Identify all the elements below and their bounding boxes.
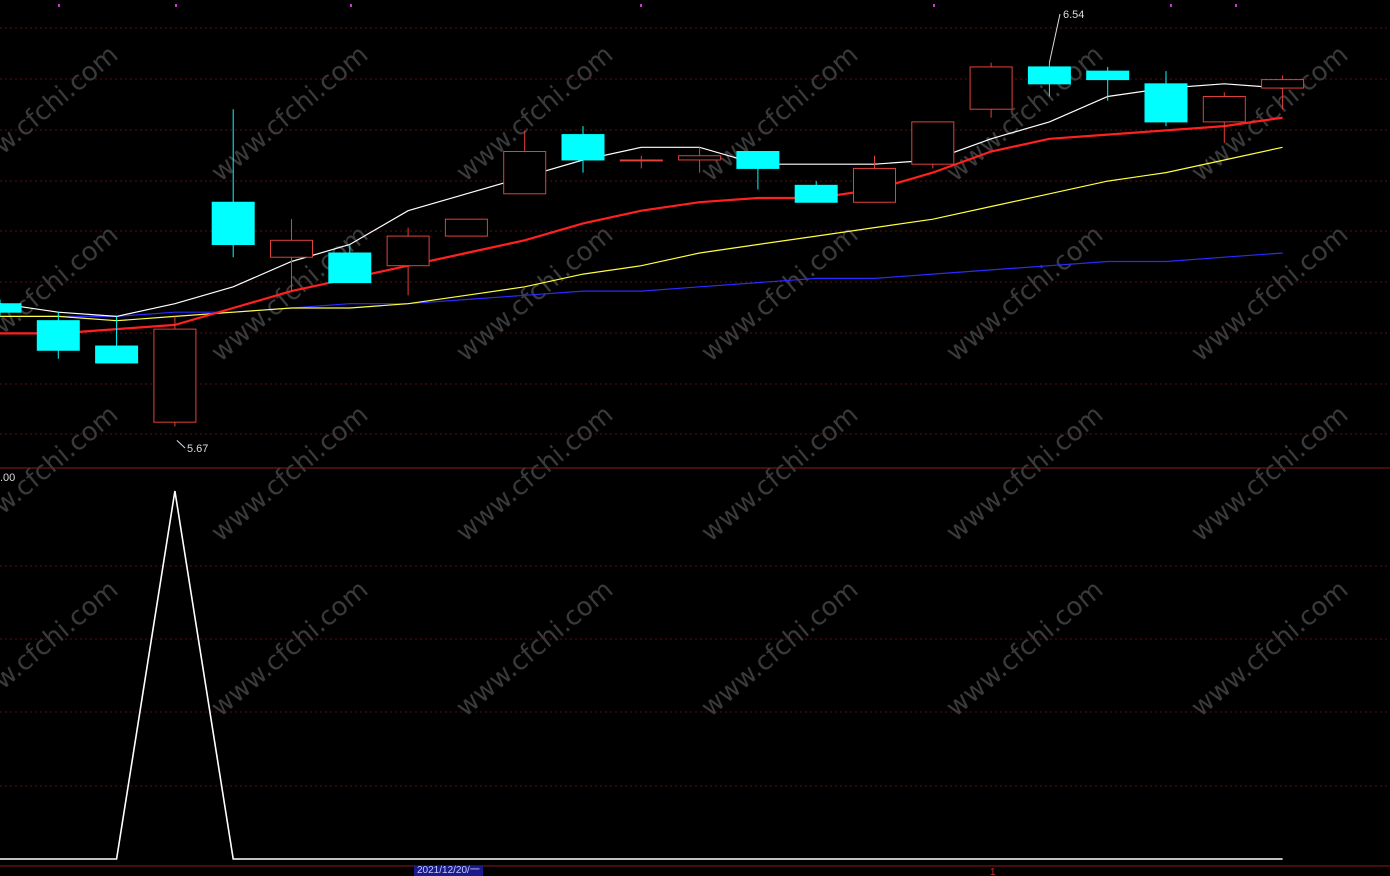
candle [911,121,955,169]
watermark-text: www.cfchi.com [1186,400,1355,548]
indicator-scale-label: .00 [0,472,15,484]
candle-body [736,151,780,169]
watermark-layer: www.cfchi.com www.cfchi.com www.cfchi.com w… [0,40,1354,723]
watermark-text: www.cfchi.com [451,575,620,723]
low-price-label: 5.67 [187,443,208,455]
watermark-text: www.cfchi.com [696,220,865,368]
watermark-text: www.cfchi.com [206,40,375,188]
right-marker: 1 [990,867,996,875]
candle-body [270,239,313,258]
watermark-text: www.cfchi.com [696,40,865,188]
high-pointer [1048,13,1061,63]
candle-body [1261,79,1305,89]
watermark-text: www.cfchi.com [451,400,620,548]
candle-body [853,167,896,203]
watermark-text: www.cfchi.com [696,400,865,548]
watermark-text: www.cfchi.com [941,400,1110,548]
top-tick-mark [58,4,60,7]
candle [95,316,139,364]
candle [969,62,1013,118]
candle [386,227,430,296]
watermark-text: www.cfchi.com [1186,575,1355,723]
candle [444,218,488,237]
candle-body [678,155,722,161]
candle-body [1086,70,1130,81]
high-price-label: 6.54 [1063,9,1084,21]
stock-chart: www.cfchi.com www.cfchi.com www.cfchi.com w… [0,4,1390,875]
candle-body [1202,96,1246,123]
watermark-text: www.cfchi.com [0,40,124,188]
candle-body [911,121,955,165]
candle-body [561,134,605,161]
watermark-text: www.cfchi.com [941,220,1110,368]
candle [36,312,80,359]
candle-body [36,320,80,351]
candle-body [0,303,22,313]
candle [736,151,780,190]
low-pointer [176,440,186,449]
watermark-text: www.cfchi.com [1186,220,1355,368]
candle-body [619,159,663,162]
watermark-text: www.cfchi.com [941,575,1110,723]
watermark-text: www.cfchi.com [206,575,375,723]
watermark-text: www.cfchi.com [206,400,375,548]
candle-body [503,151,547,195]
top-tick-mark [1170,4,1172,7]
indicator-series [0,490,1283,860]
candle [794,181,838,203]
top-tick-mark [175,4,177,7]
watermark-text: www.cfchi.com [0,575,124,723]
candle [619,155,663,169]
candle-body [95,345,139,364]
candle-body [444,218,488,237]
top-tick-mark [350,4,352,7]
top-tick-mark [640,4,642,7]
candle-body [1144,83,1188,123]
candle-body [328,252,372,284]
candle-body [386,235,430,267]
candle-body [794,184,838,203]
watermark-text: www.cfchi.com [696,575,865,723]
candle-body [969,66,1013,110]
candle-body [211,201,255,246]
grid-lines [0,4,1390,867]
moving-average-lines [0,83,1283,335]
watermark-text: www.cfchi.com [0,400,124,548]
candle-body [153,328,197,423]
indicator-line [0,490,1283,860]
candle [153,316,197,427]
candle [561,126,605,173]
top-tick-mark [1235,4,1237,7]
watermark-text: www.cfchi.com [941,40,1110,188]
top-tick-mark [933,4,935,7]
candle-body [1027,66,1071,85]
candle [1086,66,1130,101]
ma60-line [0,252,1283,317]
